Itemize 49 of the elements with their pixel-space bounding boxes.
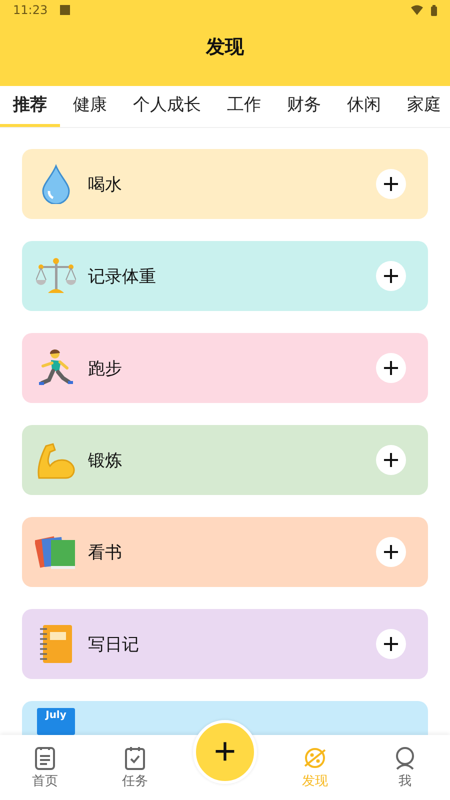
category-tab[interactable]: 财务 — [274, 86, 334, 127]
habit-card[interactable]: July — [22, 701, 428, 735]
habit-card[interactable]: 看书 — [22, 517, 428, 587]
calendar-check-icon — [124, 746, 146, 770]
add-button[interactable] — [376, 261, 406, 291]
calendar-icon: July — [37, 708, 75, 735]
balance-scale-icon — [36, 256, 76, 296]
habit-title: 记录体重 — [88, 266, 157, 288]
habit-card[interactable]: 跑步 — [22, 333, 428, 403]
category-tab[interactable]: 家庭 — [394, 86, 450, 127]
nav-item[interactable]: 首页 — [0, 746, 90, 790]
category-tab[interactable]: 健康 — [60, 86, 120, 127]
habit-title: 看书 — [88, 542, 123, 564]
add-button[interactable] — [376, 537, 406, 567]
category-tab[interactable]: 推荐 — [0, 86, 60, 127]
category-tab[interactable]: 个人成长 — [120, 86, 214, 127]
plus-icon — [384, 453, 398, 467]
nav-item[interactable]: 我 — [360, 746, 450, 790]
runner-icon — [39, 348, 73, 388]
nav-item[interactable]: 任务 — [90, 746, 180, 790]
add-button[interactable] — [376, 629, 406, 659]
notebook-icon — [38, 624, 74, 664]
habit-title: 锻炼 — [88, 450, 123, 472]
plus-icon — [384, 269, 398, 283]
habit-card[interactable]: 写日记 — [22, 609, 428, 679]
category-tab[interactable]: 工作 — [214, 86, 274, 127]
habit-title: 跑步 — [88, 358, 123, 380]
habit-title: 写日记 — [88, 634, 140, 656]
add-button[interactable] — [376, 445, 406, 475]
add-button[interactable] — [376, 353, 406, 383]
wifi-icon — [411, 5, 423, 15]
plus-icon — [384, 361, 398, 375]
document-icon — [34, 746, 56, 770]
status-time: 11:23 — [13, 3, 48, 17]
add-button[interactable] — [376, 169, 406, 199]
plus-icon — [384, 177, 398, 191]
plus-icon — [384, 637, 398, 651]
user-icon — [394, 746, 416, 770]
battery-icon — [431, 4, 437, 16]
habit-card[interactable]: 喝水 — [22, 149, 428, 219]
planet-icon — [303, 746, 327, 770]
category-tab[interactable]: 休闲 — [334, 86, 394, 127]
habit-card[interactable]: 记录体重 — [22, 241, 428, 311]
plus-icon — [384, 545, 398, 559]
flexed-arm-icon — [36, 440, 76, 480]
habit-card[interactable]: 锻炼 — [22, 425, 428, 495]
page-title: 发现 — [204, 35, 245, 60]
notification-icon — [60, 5, 70, 15]
habit-title: 喝水 — [88, 174, 123, 196]
